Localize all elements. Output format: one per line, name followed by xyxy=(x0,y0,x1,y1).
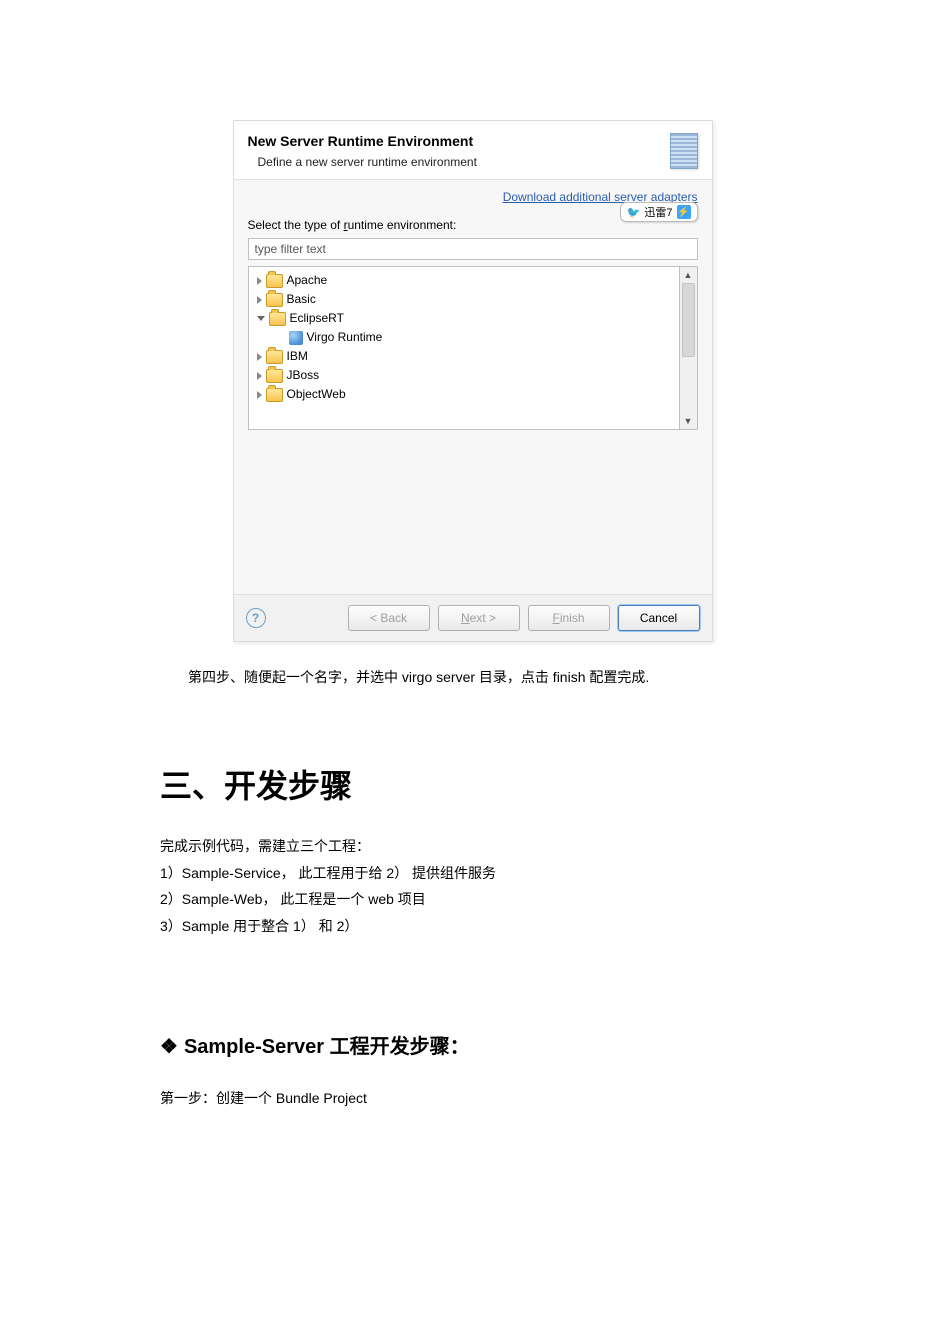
caret-right-icon xyxy=(257,353,262,361)
tree-item-jboss[interactable]: JBoss xyxy=(249,366,679,385)
back-button[interactable]: < Back xyxy=(348,605,430,631)
tree-item-apache[interactable]: Apache xyxy=(249,271,679,290)
tree-item-basic[interactable]: Basic xyxy=(249,290,679,309)
badge-label: 迅雷7 xyxy=(644,204,672,220)
server-icon xyxy=(670,133,698,169)
list-item: 2）Sample-Web， 此工程是一个 web 项目 xyxy=(160,886,785,913)
dialog-header: New Server Runtime Environment Define a … xyxy=(234,121,712,179)
tree-label: Virgo Runtime xyxy=(307,329,383,346)
cancel-button[interactable]: Cancel xyxy=(618,605,700,631)
diamond-icon: ❖ xyxy=(160,1036,178,1058)
dialog-body: Download additional server adapters 🐦 迅雷… xyxy=(234,179,712,594)
new-server-runtime-dialog: New Server Runtime Environment Define a … xyxy=(233,120,713,642)
folder-icon xyxy=(269,312,286,326)
tree-label: JBoss xyxy=(287,367,320,384)
tree-item-eclipsert[interactable]: EclipseRT xyxy=(249,309,679,328)
document-page: New Server Runtime Environment Define a … xyxy=(0,0,945,1325)
intro-text: 完成示例代码，需建立三个工程： xyxy=(160,833,785,860)
step1-text: 第一步：创建一个 Bundle Project xyxy=(160,1085,785,1112)
bird-icon: 🐦 xyxy=(627,206,641,219)
folder-icon xyxy=(266,369,283,383)
tree-item-objectweb[interactable]: ObjectWeb xyxy=(249,385,679,404)
next-button[interactable]: Next > xyxy=(438,605,520,631)
tree-item-ibm[interactable]: IBM xyxy=(249,347,679,366)
runtime-tree-container: Apache Basic EclipseRT Virgo Runt xyxy=(248,266,698,430)
tree-label: Basic xyxy=(287,291,316,308)
scroll-up-button[interactable]: ▲ xyxy=(680,267,697,283)
caret-right-icon xyxy=(257,296,262,304)
scroll-down-button[interactable]: ▼ xyxy=(680,413,697,429)
dialog-footer: ? < Back Next > Finish Cancel xyxy=(234,594,712,641)
filter-text-input[interactable] xyxy=(248,238,698,260)
tree-item-virgo-runtime[interactable]: Virgo Runtime xyxy=(249,328,679,347)
folder-icon xyxy=(266,388,283,402)
virgo-icon xyxy=(289,331,303,345)
step4-caption: 第四步、随便起一个名字，并选中 virgo server 目录，点击 finis… xyxy=(160,664,785,691)
caret-right-icon xyxy=(257,391,262,399)
scroll-thumb[interactable] xyxy=(682,283,695,357)
tree-label: EclipseRT xyxy=(290,310,344,327)
runtime-tree[interactable]: Apache Basic EclipseRT Virgo Runt xyxy=(248,266,679,430)
folder-icon xyxy=(266,293,283,307)
tree-label: ObjectWeb xyxy=(287,386,346,403)
tree-label: Apache xyxy=(287,272,328,289)
list-item: 1）Sample-Service， 此工程用于给 2） 提供组件服务 xyxy=(160,860,785,887)
dialog-subtitle: Define a new server runtime environment xyxy=(258,155,660,169)
caret-down-icon xyxy=(257,316,265,321)
section-intro: 完成示例代码，需建立三个工程： 1）Sample-Service， 此工程用于给… xyxy=(160,833,785,939)
subsection-heading: ❖Sample-Server 工程开发步骤： xyxy=(160,1030,785,1059)
scroll-track[interactable] xyxy=(680,283,697,413)
dialog-spacer xyxy=(248,430,698,580)
list-item: 3）Sample 用于整合 1） 和 2） xyxy=(160,913,785,940)
section-heading: 三、开发步骤 xyxy=(160,761,785,807)
caret-right-icon xyxy=(257,372,262,380)
tree-label: IBM xyxy=(287,348,308,365)
folder-icon xyxy=(266,274,283,288)
finish-button[interactable]: Finish xyxy=(528,605,610,631)
help-icon[interactable]: ? xyxy=(246,608,266,628)
bolt-icon: ⚡ xyxy=(677,205,691,219)
caret-right-icon xyxy=(257,277,262,285)
tree-scrollbar[interactable]: ▲ ▼ xyxy=(679,266,698,430)
dialog-title: New Server Runtime Environment xyxy=(248,133,660,149)
folder-icon xyxy=(266,350,283,364)
xunlei-badge[interactable]: 🐦 迅雷7 ⚡ xyxy=(620,202,698,222)
